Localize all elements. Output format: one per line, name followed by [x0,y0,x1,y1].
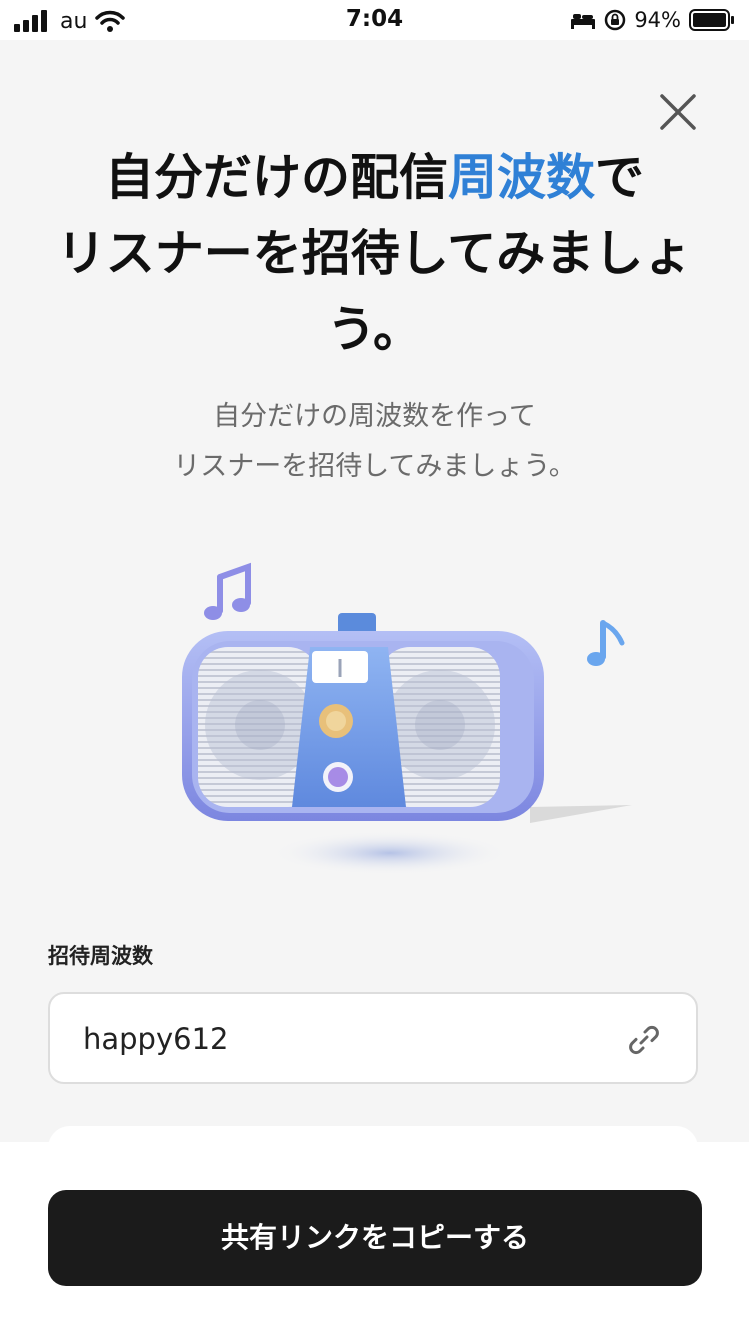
close-button[interactable] [654,88,702,136]
close-icon [660,94,696,130]
title-part-2: で [595,149,645,206]
title-line-3: う。 [326,301,423,358]
subtitle-line-2: リスナーを招待してみましょう。 [173,451,576,482]
battery-percent: 94% [634,8,681,32]
invite-frequency-value: happy612 [83,1022,229,1056]
music-note-icon-right [587,620,625,666]
link-icon[interactable] [626,1022,662,1058]
music-note-icon-left [204,562,251,620]
page-title: 自分だけの配信周波数で リスナーを招待してみましょ う。 [20,140,729,368]
orientation-lock-icon [605,9,626,31]
card-peek [48,1126,698,1166]
title-part-1: 自分だけの配信 [104,149,448,206]
invite-frequency-label: 招待周波数 [48,944,153,968]
copy-share-link-button[interactable]: 共有リンクをコピーする [48,1190,702,1286]
subtitle: 自分だけの周波数を作って リスナーを招待してみましょう。 [20,392,729,492]
radio-speaker-illustration [182,562,632,875]
status-bar: au 7:04 94% [0,0,749,40]
title-highlight: 周波数 [447,149,595,206]
subtitle-line-1: 自分だけの周波数を作って [213,401,536,432]
bed-icon [571,14,596,29]
status-right: 94% [570,7,735,33]
title-line-2: リスナーを招待してみましょ [56,225,693,282]
invite-frequency-field[interactable]: happy612 [48,992,698,1084]
battery-icon [689,9,734,31]
